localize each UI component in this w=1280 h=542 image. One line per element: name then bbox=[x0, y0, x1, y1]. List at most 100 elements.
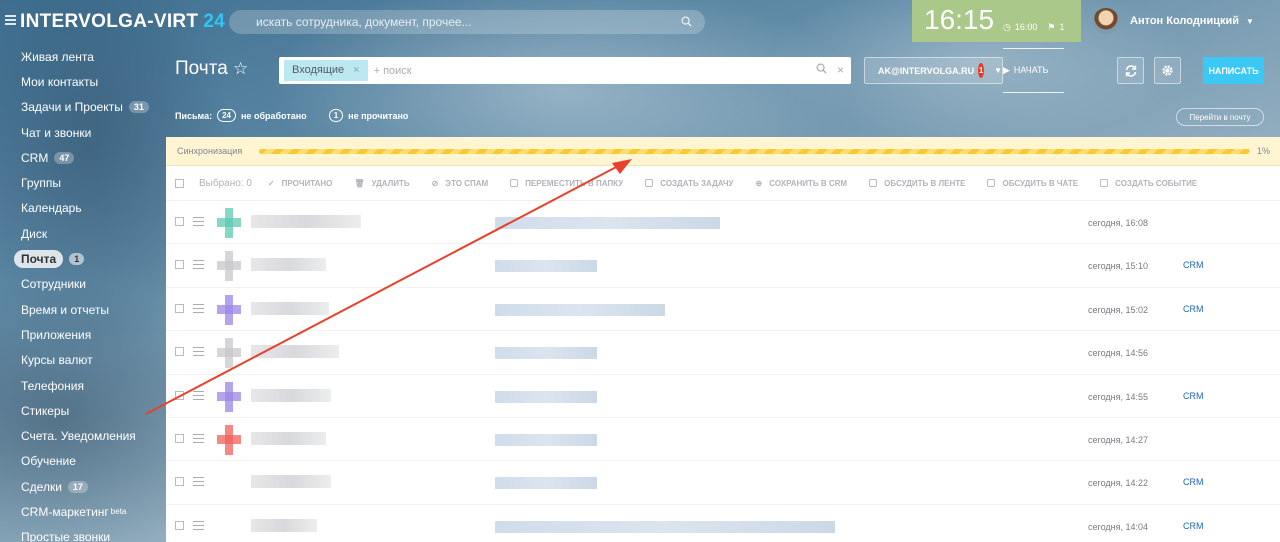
sidebar-item-learning[interactable]: Обучение bbox=[0, 449, 165, 474]
sidebar-item-telephony[interactable]: Телефония bbox=[0, 373, 165, 398]
sidebar-item-time-reports[interactable]: Время и отчеты bbox=[0, 297, 165, 322]
settings-button[interactable] bbox=[1154, 57, 1181, 84]
drag-handle-icon[interactable] bbox=[193, 260, 204, 272]
sidebar-item-label: Почта bbox=[14, 250, 64, 269]
sender-avatar bbox=[217, 424, 241, 455]
unprocessed-count[interactable]: 24 bbox=[217, 109, 236, 122]
row-checkbox[interactable] bbox=[175, 390, 184, 400]
close-icon[interactable]: × bbox=[353, 64, 359, 81]
delete-button[interactable]: 🗑 УДАЛИТЬ bbox=[354, 179, 409, 188]
crm-link[interactable]: CRM bbox=[1183, 304, 1204, 314]
create-event-button[interactable]: СОЗДАТЬ СОБЫТИЕ bbox=[1100, 179, 1197, 188]
table-row[interactable]: сегодня, 14:22 CRM bbox=[166, 461, 1280, 505]
save-to-crm-button[interactable]: ⊕ СОХРАНИТЬ В CRM bbox=[756, 179, 848, 188]
sidebar-item-disk[interactable]: Диск bbox=[0, 221, 165, 246]
crm-link[interactable]: CRM bbox=[1183, 391, 1204, 401]
sidebar-item-label: Приложения bbox=[21, 327, 92, 342]
sidebar-item-tasks[interactable]: Задачи и Проекты 31 bbox=[0, 95, 165, 120]
drag-handle-icon[interactable] bbox=[193, 303, 204, 316]
search-placeholder: искать сотрудника, документ, прочее... bbox=[256, 15, 472, 29]
create-task-button[interactable]: СОЗДАТЬ ЗАДАЧУ bbox=[645, 179, 734, 188]
drag-handle-icon[interactable] bbox=[193, 390, 204, 403]
discuss-in-feed-button[interactable]: ОБСУДИТЬ В ЛЕНТЕ bbox=[869, 179, 965, 188]
select-all-checkbox[interactable] bbox=[175, 178, 184, 188]
sidebar-item-crm-marketing[interactable]: CRM-маркетинг beta bbox=[0, 499, 165, 524]
logo[interactable]: INTERVOLGA-VIRT 24 bbox=[20, 11, 225, 33]
search-icon[interactable] bbox=[816, 63, 827, 74]
filter-chip[interactable]: Входящие × bbox=[284, 60, 368, 81]
sidebar-item-label: Курсы валют bbox=[21, 353, 93, 368]
avatar[interactable] bbox=[1093, 8, 1119, 34]
mailbox-selector[interactable]: AK@INTERVOLGA.RU 1 ▼ bbox=[864, 57, 1003, 84]
sender-avatar bbox=[217, 251, 241, 282]
row-checkbox[interactable] bbox=[175, 303, 184, 313]
sync-bar: Синхронизация 1% bbox=[166, 137, 1280, 166]
sidebar-item-contacts[interactable]: Мои контакты bbox=[0, 69, 165, 94]
crm-link[interactable]: CRM bbox=[1183, 521, 1204, 531]
row-checkbox[interactable] bbox=[175, 260, 184, 270]
table-row[interactable]: сегодня, 14:04 CRM bbox=[166, 505, 1280, 542]
sync-label: Синхронизация bbox=[177, 146, 243, 156]
global-search-input[interactable]: искать сотрудника, документ, прочее... bbox=[229, 10, 705, 34]
sidebar-item-invoices[interactable]: Счета. Уведомления bbox=[0, 423, 165, 448]
mailbox-counter: 1 bbox=[978, 63, 985, 78]
spam-button[interactable]: ⊘ ЭТО СПАМ bbox=[432, 179, 489, 188]
sidebar-item-apps[interactable]: Приложения bbox=[0, 322, 165, 347]
sidebar-item-deals[interactable]: Сделки 17 bbox=[0, 474, 165, 499]
mail-filter-input[interactable]: Входящие × + поиск × bbox=[279, 57, 851, 84]
sidebar-item-crm[interactable]: CRM 47 bbox=[0, 145, 165, 170]
unread-count[interactable]: 1 bbox=[328, 109, 344, 122]
table-row[interactable]: сегодня, 14:55 CRM bbox=[166, 375, 1280, 418]
message-date: сегодня, 15:02 bbox=[1088, 304, 1149, 315]
unread-label[interactable]: не прочитано bbox=[348, 111, 408, 121]
star-icon[interactable]: ☆ bbox=[233, 59, 248, 79]
clear-icon[interactable]: × bbox=[837, 63, 844, 77]
worktime-widget[interactable]: 16:15 ◷ 16:00 ⚑ 1 ▶ НАЧАТЬ bbox=[912, 0, 1081, 93]
task-icon bbox=[645, 179, 654, 187]
drag-handle-icon[interactable] bbox=[193, 520, 204, 533]
row-checkbox[interactable] bbox=[175, 520, 184, 530]
crm-link[interactable]: CRM bbox=[1183, 477, 1204, 487]
mark-read-button[interactable]: ✓ ПРОЧИТАНО bbox=[268, 179, 332, 188]
sender-avatar bbox=[217, 338, 241, 369]
sidebar-item-live-feed[interactable]: Живая лента bbox=[0, 44, 165, 69]
table-row[interactable]: сегодня, 14:56 bbox=[166, 331, 1280, 375]
table-row[interactable]: сегодня, 16:08 bbox=[166, 201, 1280, 245]
drag-handle-icon[interactable] bbox=[193, 217, 204, 229]
sidebar-item-label: Простые звонки bbox=[21, 530, 111, 542]
menu-icon[interactable] bbox=[5, 15, 16, 25]
table-row[interactable]: сегодня, 15:02 CRM bbox=[166, 288, 1280, 332]
row-checkbox[interactable] bbox=[175, 433, 184, 443]
table-row[interactable]: сегодня, 14:27 bbox=[166, 418, 1280, 462]
refresh-button[interactable] bbox=[1117, 57, 1144, 84]
row-checkbox[interactable] bbox=[175, 477, 184, 487]
sidebar-item-simple-calls[interactable]: Простые звонки bbox=[0, 525, 165, 542]
sidebar-item-calendar[interactable]: Календарь bbox=[0, 196, 165, 221]
goto-mail-button[interactable]: Перейти в почту bbox=[1176, 108, 1264, 126]
sidebar-item-mail[interactable]: Почта 1 bbox=[0, 246, 165, 271]
search-icon bbox=[681, 16, 692, 27]
sidebar-item-currency[interactable]: Курсы валют bbox=[0, 348, 165, 373]
drag-handle-icon[interactable] bbox=[193, 477, 204, 489]
move-to-folder-button[interactable]: ПЕРЕМЕСТИТЬ В ПАПКУ bbox=[510, 179, 623, 188]
start-button[interactable]: ▶ НАЧАТЬ bbox=[1003, 49, 1065, 93]
unprocessed-label[interactable]: не обработано bbox=[241, 111, 307, 121]
sidebar-item-groups[interactable]: Группы bbox=[0, 170, 165, 195]
discuss-in-chat-button[interactable]: ОБСУДИТЬ В ЧАТЕ bbox=[987, 179, 1078, 188]
sidebar-item-stickers[interactable]: Стикеры bbox=[0, 398, 165, 423]
sidebar-item-employees[interactable]: Сотрудники bbox=[0, 272, 165, 297]
drag-handle-icon[interactable] bbox=[193, 433, 204, 446]
drag-handle-icon[interactable] bbox=[193, 347, 204, 359]
row-checkbox[interactable] bbox=[175, 347, 184, 357]
refresh-icon bbox=[1125, 64, 1136, 77]
row-checkbox[interactable] bbox=[175, 217, 184, 226]
table-row[interactable]: сегодня, 15:10 CRM bbox=[166, 244, 1280, 288]
write-button[interactable]: НАПИСАТЬ bbox=[1203, 57, 1264, 84]
sidebar-item-chat[interactable]: Чат и звонки bbox=[0, 120, 165, 145]
user-menu[interactable]: Антон Колодницкий ▼ bbox=[1093, 8, 1254, 34]
filter-add-search[interactable]: + поиск bbox=[374, 65, 412, 77]
crm-link[interactable]: CRM bbox=[1183, 260, 1204, 270]
blurred-sender bbox=[251, 388, 331, 402]
sidebar-item-label: Группы bbox=[21, 176, 61, 191]
sender-avatar bbox=[217, 294, 241, 325]
